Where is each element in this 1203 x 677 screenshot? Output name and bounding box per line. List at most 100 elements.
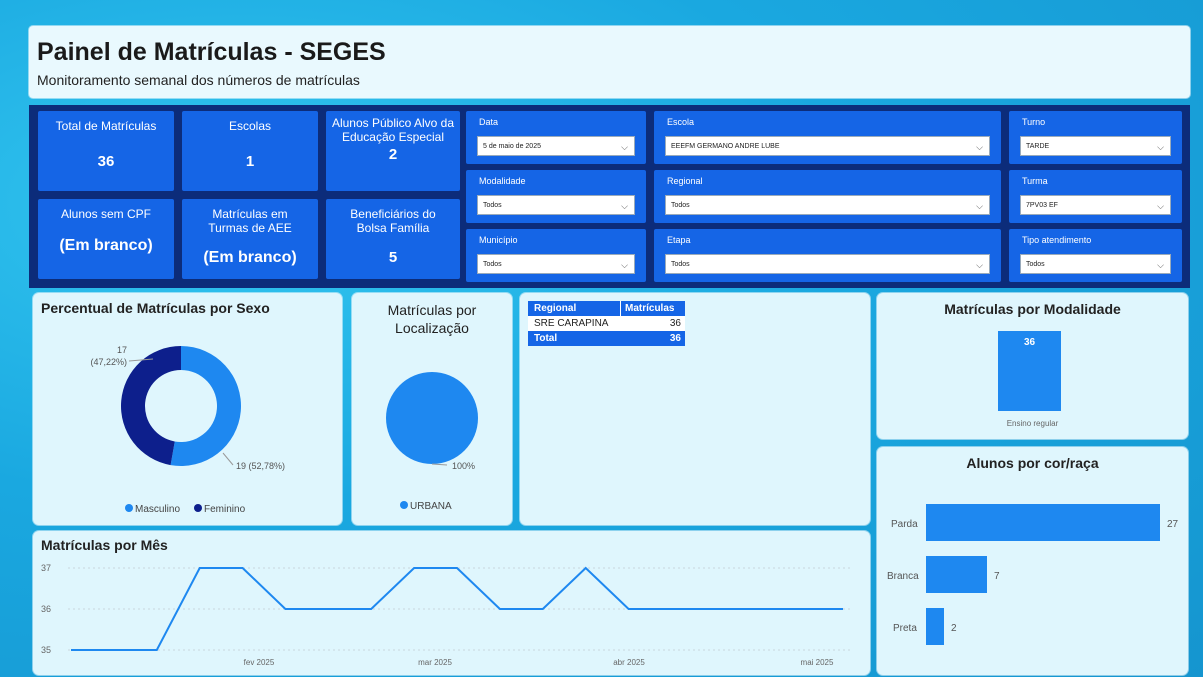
filter-modalidade-select[interactable]: Todos ⌵ [477, 195, 635, 215]
table-cell: SRE CARAPINA [534, 318, 609, 329]
table-row[interactable]: SRE CARAPINA 36 [528, 316, 685, 331]
chevron-down-icon: ⌵ [621, 142, 628, 152]
filter-label: Turno [1022, 117, 1046, 127]
kpi-bolsa-familia: Beneficiários do Bolsa Família 5 [326, 199, 460, 279]
bar-value-preta: 2 [951, 623, 957, 634]
filter-turno-select[interactable]: TARDE ⌵ [1020, 136, 1171, 156]
y-tick: 37 [41, 563, 51, 573]
legend-dot-urbana [400, 501, 408, 509]
filter-turma-select[interactable]: 7PV03 EF ⌵ [1020, 195, 1171, 215]
filter-value: Todos [483, 261, 502, 268]
bar-branca[interactable] [926, 556, 987, 593]
filter-label: Tipo atendimento [1022, 235, 1092, 245]
filter-value: TARDE [1026, 143, 1050, 150]
filter-value: Todos [483, 202, 502, 209]
filter-value: 5 de maio de 2025 [483, 143, 541, 150]
bar-parda[interactable] [926, 504, 1160, 541]
table-cell: 36 [669, 318, 681, 329]
chevron-down-icon: ⌵ [1157, 260, 1164, 270]
card-localizacao: Matrículas por Localização 100% URBANA [352, 293, 512, 525]
x-tick: mai 2025 [801, 658, 834, 667]
filter-label: Escola [667, 117, 695, 127]
filter-etapa-select[interactable]: Todos ⌵ [665, 254, 990, 274]
filter-value: Todos [671, 261, 690, 268]
filter-turma: Turma 7PV03 EF ⌵ [1009, 170, 1182, 223]
card-sexo: Percentual de Matrículas por Sexo 17 (47… [33, 293, 342, 525]
bar-value-branca: 7 [994, 571, 1000, 582]
legend-feminino[interactable]: Feminino [204, 504, 246, 515]
kpi-value: 36 [97, 153, 115, 170]
filter-tipo-atendimento-select[interactable]: Todos ⌵ [1020, 254, 1171, 274]
line-chart: 37 36 35 fev 2025 mar 2025 abr 2025 mai … [41, 563, 853, 667]
filter-municipio-select[interactable]: Todos ⌵ [477, 254, 635, 274]
kpi-turmas-aee: Matrículas em Turmas de AEE (Em branco) [182, 199, 318, 279]
kpi-label: Total de Matrículas [55, 119, 157, 133]
card-regional-table: Regional Matrículas SRE CARAPINA 36 Tota… [520, 293, 870, 525]
leader-line [222, 452, 234, 466]
chevron-down-icon: ⌵ [1157, 201, 1164, 211]
chevron-down-icon: ⌵ [976, 142, 983, 152]
filter-escola: Escola EEEFM GERMANO ANDRE LUBE ⌵ [654, 111, 1001, 164]
filter-value: EEEFM GERMANO ANDRE LUBE [671, 143, 780, 150]
legend-dot-feminino [194, 504, 202, 512]
page-subtitle: Monitoramento semanal dos números de mat… [37, 72, 360, 88]
label-pct: 100% [452, 461, 475, 471]
y-tick: 35 [41, 645, 51, 655]
kpi-aee: Alunos Público Alvo da Educação Especial… [326, 111, 460, 191]
filter-value: Todos [1026, 261, 1045, 268]
label-feminino-count: 17 [117, 345, 127, 355]
filter-escola-select[interactable]: EEEFM GERMANO ANDRE LUBE ⌵ [665, 136, 990, 156]
chevron-down-icon: ⌵ [621, 201, 628, 211]
legend-masculino[interactable]: Masculino [135, 504, 180, 515]
x-tick: mar 2025 [418, 658, 452, 667]
donut-slice-feminino[interactable] [120, 346, 181, 466]
legend-dot-masculino [125, 504, 133, 512]
bar-label-preta: Preta [893, 623, 917, 634]
bar-value: 36 [1023, 337, 1036, 348]
chevron-down-icon: ⌵ [621, 260, 628, 270]
donut-slice-masculino[interactable] [170, 346, 241, 466]
filter-municipio: Município Todos ⌵ [466, 229, 646, 282]
filter-label: Etapa [667, 235, 691, 245]
chevron-down-icon: ⌵ [976, 260, 983, 270]
filter-tipo-atendimento: Tipo atendimento Todos ⌵ [1009, 229, 1182, 282]
line-series[interactable] [71, 566, 843, 651]
regional-table: Regional Matrículas SRE CARAPINA 36 Tota… [528, 301, 685, 346]
kpi-label: Escolas [228, 119, 272, 133]
x-tick: abr 2025 [613, 658, 645, 667]
filter-value: 7PV03 EF [1026, 202, 1058, 209]
label-masculino: 19 (52,78%) [236, 461, 285, 471]
y-tick: 36 [41, 604, 51, 614]
x-tick: fev 2025 [244, 658, 275, 667]
filter-regional-select[interactable]: Todos ⌵ [665, 195, 990, 215]
card-title: Matrículas por Modalidade [944, 301, 1121, 317]
bar-label-branca: Branca [887, 571, 919, 582]
bar-ensino-regular[interactable]: 36 [998, 331, 1061, 411]
filter-label: Turma [1022, 176, 1048, 186]
donut-chart: 17 (47,22%) 19 (52,78%) Masculino Femini… [90, 345, 285, 515]
table-header-row: Regional Matrículas [528, 301, 685, 316]
bar-label-parda: Parda [891, 519, 918, 530]
filter-data: Data 5 de maio de 2025 ⌵ [466, 111, 646, 164]
kpi-value: (Em branco) [203, 249, 297, 266]
label-feminino-pct: (47,22%) [90, 357, 127, 367]
bar-category-label: Ensino regular [1006, 419, 1059, 428]
kpi-label: Beneficiários do Bolsa Família [350, 207, 436, 235]
chevron-down-icon: ⌵ [976, 201, 983, 211]
legend-urbana[interactable]: URBANA [410, 501, 452, 512]
bar-preta[interactable] [926, 608, 944, 645]
table-cell: 36 [669, 333, 681, 344]
card-cor-raca: Alunos por cor/raça Parda 27 Branca 7 Pr… [877, 447, 1188, 675]
leader-line [431, 463, 448, 466]
kpi-label: Alunos Público Alvo da Educação Especial [331, 116, 455, 144]
table-header-regional[interactable]: Regional [528, 301, 621, 316]
kpi-sem-cpf: Alunos sem CPF (Em branco) [38, 199, 174, 279]
pie-slice-urbana[interactable] [386, 372, 478, 464]
table-total-row: Total 36 [528, 331, 685, 346]
filter-data-select[interactable]: 5 de maio de 2025 ⌵ [477, 136, 635, 156]
chevron-down-icon: ⌵ [1157, 142, 1164, 152]
page-header: Painel de Matrículas - SEGES Monitoramen… [29, 26, 1190, 98]
kpi-label: Alunos sem CPF [60, 207, 152, 221]
pie-chart: 100% URBANA [386, 372, 478, 512]
table-header-matriculas[interactable]: Matrículas [621, 301, 686, 316]
